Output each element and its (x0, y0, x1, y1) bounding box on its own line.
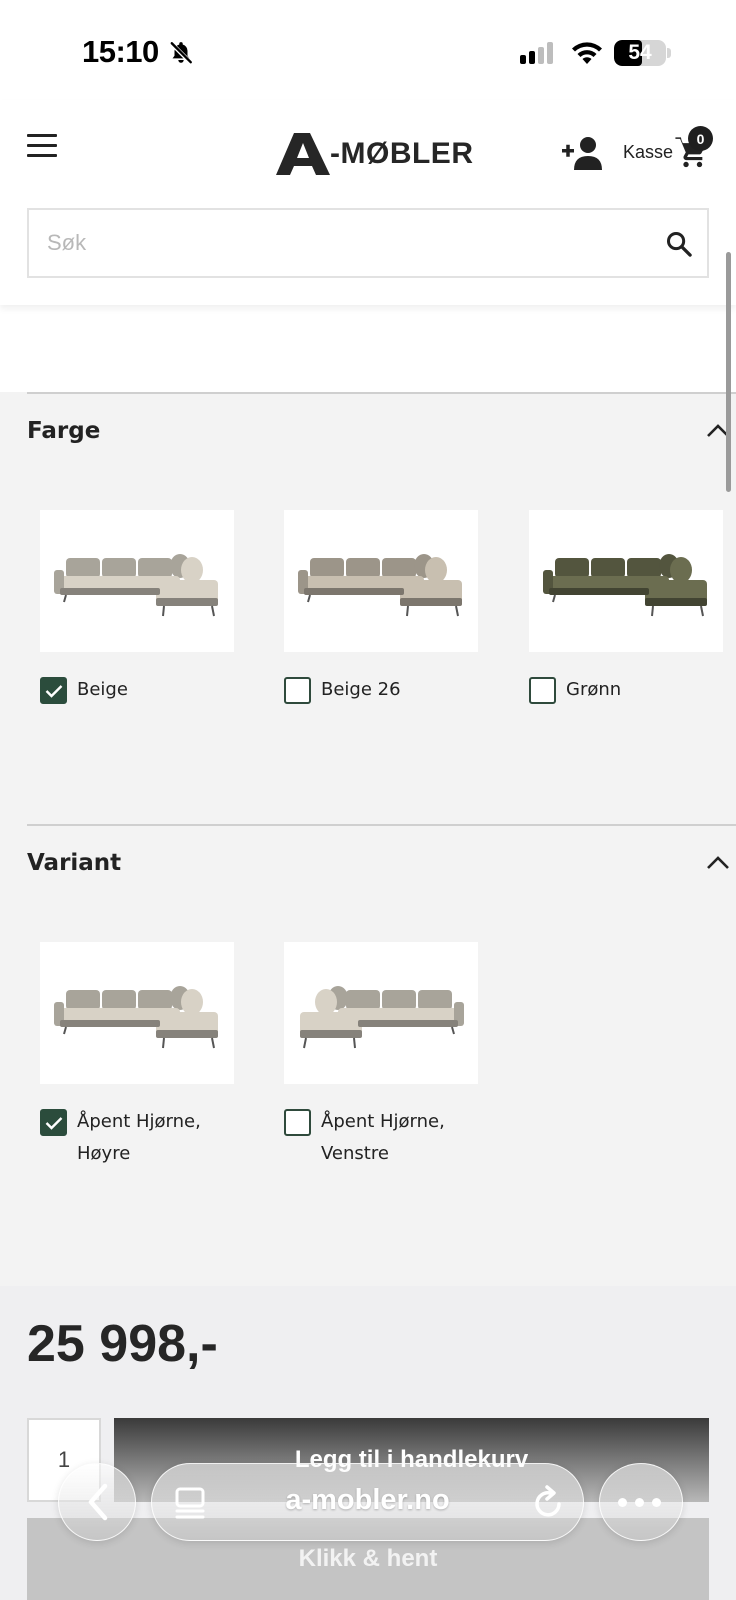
site-logo[interactable]: -MØBLER (276, 133, 473, 175)
checkbox-unchecked[interactable] (529, 677, 556, 704)
wifi-icon (572, 42, 602, 64)
search-box (27, 208, 709, 278)
section-divider (27, 392, 736, 394)
search-input[interactable] (47, 210, 627, 276)
back-button[interactable] (58, 1463, 136, 1541)
more-dots-icon (618, 1498, 661, 1507)
color-option-label: Grønn (566, 679, 622, 700)
color-option-label: Beige (77, 679, 128, 700)
section-title-variant[interactable]: Variant (27, 850, 121, 876)
status-time: 15:10 (82, 34, 159, 69)
checkbox-unchecked[interactable] (284, 677, 311, 704)
battery-icon: 54 (614, 40, 666, 66)
color-option-gronn[interactable]: Grønn (529, 677, 726, 706)
address-bar[interactable]: a-mobler.no (151, 1463, 584, 1541)
variant-option-label: Åpent Hjørne, Venstre (321, 1111, 445, 1164)
logo-text: -MØBLER (330, 137, 474, 170)
battery-percent: 54 (628, 41, 652, 64)
color-option-beige[interactable]: Beige (40, 677, 237, 706)
chevron-up-icon[interactable] (706, 854, 730, 870)
bell-muted-icon (169, 41, 193, 65)
page-scrollbar[interactable] (726, 252, 731, 492)
checkbox-checked[interactable] (40, 677, 67, 704)
sofa-image (40, 942, 234, 1084)
sofa-image (529, 510, 723, 652)
variant-option-label: Åpent Hjørne, Høyre (77, 1111, 201, 1164)
checkmark-icon (45, 684, 62, 698)
cart-count-badge: 0 (688, 126, 713, 151)
sofa-image (284, 510, 478, 652)
site-header: -MØBLER Kasse 0 (0, 100, 736, 305)
color-card-beige[interactable] (40, 510, 234, 652)
checkbox-unchecked[interactable] (284, 1109, 311, 1136)
checkout-label[interactable]: Kasse (623, 142, 673, 163)
section-divider (27, 824, 736, 826)
battery-nub (667, 48, 671, 58)
section-title-farge[interactable]: Farge (27, 418, 100, 444)
browser-toolbar: a-mobler.no (0, 1460, 736, 1560)
color-option-beige-26[interactable]: Beige 26 (284, 677, 481, 706)
section-variant: Variant Åpent Hjørne, Høyre Åpent Hjørne… (0, 824, 736, 1284)
variant-card-venstre[interactable] (284, 942, 478, 1084)
search-icon[interactable] (665, 230, 693, 258)
status-bar: 15:10 54 (0, 0, 736, 100)
variant-card-hoyre[interactable] (40, 942, 234, 1084)
product-price: 25 998,- (27, 1315, 218, 1373)
sofa-image (284, 942, 478, 1084)
cellular-signal-icon (520, 42, 553, 64)
color-card-beige-26[interactable] (284, 510, 478, 652)
color-card-gronn[interactable] (529, 510, 723, 652)
color-option-label: Beige 26 (321, 679, 401, 700)
hamburger-menu-icon[interactable] (27, 134, 57, 157)
more-options-button[interactable] (599, 1463, 683, 1541)
url-text: a-mobler.no (285, 1484, 450, 1516)
reload-icon[interactable] (532, 1484, 566, 1520)
checkmark-icon (45, 1116, 62, 1130)
checkbox-checked[interactable] (40, 1109, 67, 1136)
section-farge: Farge Beige Beige 26 Grønn (0, 392, 736, 822)
variant-option-hoyre[interactable]: Åpent Hjørne, Høyre (40, 1109, 237, 1170)
chevron-left-icon (88, 1483, 108, 1521)
variant-option-venstre[interactable]: Åpent Hjørne, Venstre (284, 1109, 481, 1170)
logo-a-icon (276, 133, 330, 175)
sofa-image (40, 510, 234, 652)
add-user-icon[interactable] (562, 136, 604, 170)
product-options: Farge Beige Beige 26 Grønn Variant Åpent… (0, 392, 736, 1286)
